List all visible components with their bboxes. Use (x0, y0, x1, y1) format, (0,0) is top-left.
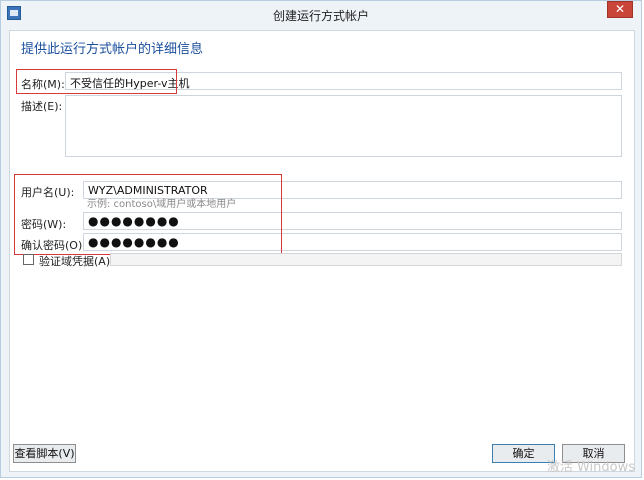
title-bar: 创建运行方式帐户 ✕ (1, 1, 641, 27)
close-icon: ✕ (614, 2, 626, 16)
page-heading: 提供此运行方式帐户的详细信息 (21, 42, 204, 57)
view-script-button[interactable]: 查看脚本(V) (13, 444, 76, 463)
dialog-content: 提供此运行方式帐户的详细信息 名称(M): 不受信任的Hyper-v主机 描述(… (9, 30, 635, 472)
ok-button[interactable]: 确定 (492, 444, 555, 463)
window-title: 创建运行方式帐户 (272, 9, 369, 23)
highlight-name (16, 69, 177, 94)
validate-label[interactable]: 验证域凭据(A) (39, 253, 110, 269)
activation-watermark: 激活 Windows (546, 460, 635, 475)
description-label: 描述(E): (21, 100, 63, 113)
description-field[interactable] (65, 95, 622, 157)
close-button[interactable]: ✕ (607, 1, 633, 18)
highlight-credentials (14, 174, 282, 255)
validate-checkbox[interactable] (23, 254, 34, 265)
dialog-window: 创建运行方式帐户 ✕ 提供此运行方式帐户的详细信息 名称(M): 不受信任的Hy… (0, 0, 642, 478)
validate-separator (110, 253, 622, 266)
